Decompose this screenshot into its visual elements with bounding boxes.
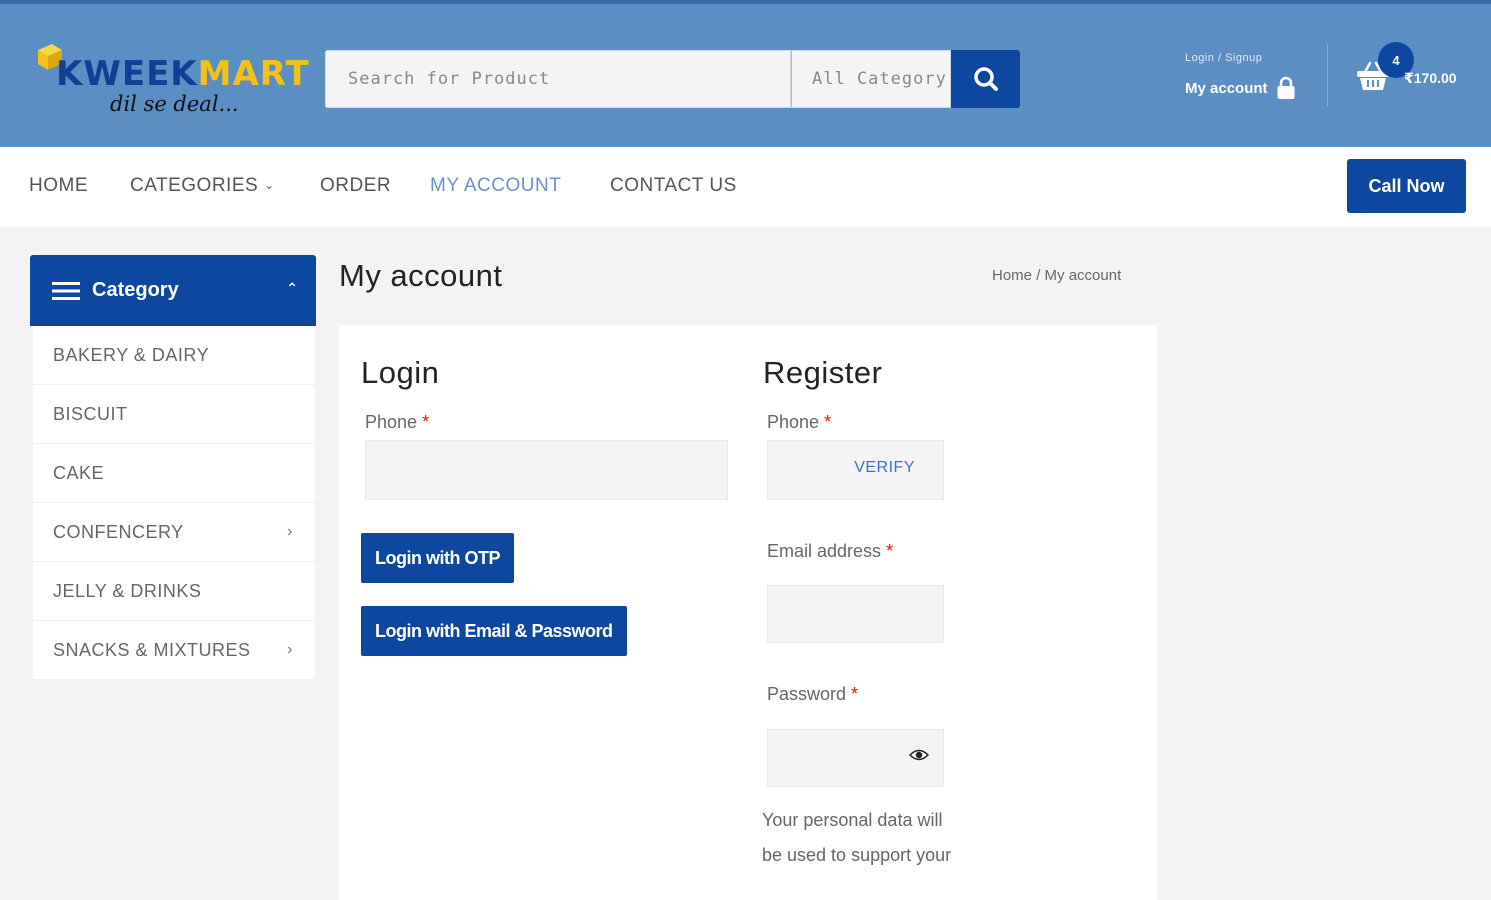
- category-item-label: BISCUIT: [53, 403, 128, 424]
- page-title: My account: [339, 258, 503, 293]
- chevron-down-icon: ⌄: [264, 178, 275, 192]
- category-item-label: CAKE: [53, 462, 105, 483]
- nav-home[interactable]: HOME: [29, 175, 88, 197]
- category-item-bakery-dairy[interactable]: BAKERY & DAIRY: [33, 326, 315, 385]
- category-item-label: BAKERY & DAIRY: [53, 344, 210, 365]
- account-panel: Login Phone * Login with OTP Login with …: [339, 325, 1157, 900]
- verify-button[interactable]: VERIFY: [854, 459, 915, 477]
- hamburger-icon: [52, 281, 80, 300]
- category-list: BAKERY & DAIRY BISCUIT CAKE CONFENCERY › …: [33, 326, 315, 680]
- category-item-jelly-drinks[interactable]: JELLY & DRINKS: [33, 562, 315, 621]
- register-phone-field[interactable]: VERIFY: [767, 440, 944, 500]
- register-password-field[interactable]: [767, 729, 944, 787]
- header-divider: [1327, 44, 1328, 106]
- nav-my-account[interactable]: MY ACCOUNT: [430, 175, 561, 197]
- privacy-notice: Your personal data will be used to suppo…: [762, 810, 952, 865]
- nav-contact-us[interactable]: CONTACT US: [610, 175, 737, 197]
- login-heading: Login: [361, 355, 440, 390]
- category-item-cake[interactable]: CAKE: [33, 444, 315, 503]
- cart-total: ₹170.00: [1404, 70, 1457, 86]
- category-item-confencery[interactable]: CONFENCERY ›: [33, 503, 315, 562]
- chevron-right-icon: ›: [287, 641, 293, 658]
- account-link[interactable]: Login / Signup My account: [1185, 52, 1296, 100]
- site-logo[interactable]: KWEEKMART dil se deal...: [36, 40, 309, 122]
- login-otp-button[interactable]: Login with OTP: [361, 533, 514, 583]
- login-signup-text: Login / Signup: [1185, 52, 1263, 64]
- category-item-label: CONFENCERY: [53, 521, 184, 542]
- required-mark: *: [886, 541, 894, 561]
- register-password-label-text: Password: [767, 684, 847, 704]
- login-email-password-button[interactable]: Login with Email & Password: [361, 606, 627, 656]
- register-heading: Register: [763, 355, 883, 390]
- logo-wordmark: KWEEKMART: [56, 54, 310, 94]
- category-select[interactable]: All Category: [791, 50, 951, 108]
- my-account-label-row: My account: [1185, 76, 1296, 100]
- category-item-snacks-mixtures[interactable]: SNACKS & MIXTURES ›: [33, 621, 315, 680]
- eye-icon[interactable]: [909, 748, 929, 762]
- login-phone-label-text: Phone: [365, 412, 418, 432]
- nav-categories[interactable]: CATEGORIES ⌄: [130, 175, 275, 197]
- register-email-input[interactable]: [767, 585, 944, 643]
- breadcrumb-current: My account: [1044, 267, 1122, 284]
- category-title: Category: [92, 279, 179, 301]
- site-header: KWEEKMART dil se deal... All Category Lo…: [0, 0, 1491, 147]
- logo-word-kweek: KWEEK: [56, 54, 198, 94]
- my-account-label: My account: [1185, 79, 1268, 97]
- search-bar: All Category: [325, 50, 1020, 108]
- required-mark: *: [824, 412, 832, 432]
- required-mark: *: [851, 684, 859, 704]
- breadcrumb-separator: /: [1036, 267, 1041, 284]
- main-nav: HOME CATEGORIES ⌄ ORDER MY ACCOUNT CONTAC…: [0, 147, 1491, 227]
- chevron-up-icon: ⌃: [286, 280, 298, 296]
- register-email-label: Email address *: [767, 541, 893, 562]
- logo-tagline: dil se deal...: [110, 92, 239, 116]
- category-item-label: JELLY & DRINKS: [53, 580, 202, 601]
- register-email-label-text: Email address: [767, 541, 882, 561]
- category-item-label: SNACKS & MIXTURES: [53, 639, 251, 660]
- search-input[interactable]: [325, 50, 791, 108]
- required-mark: *: [422, 412, 430, 432]
- login-phone-label: Phone *: [365, 412, 429, 433]
- logo-word-mart: MART: [197, 54, 310, 94]
- call-now-button[interactable]: Call Now: [1347, 159, 1466, 213]
- register-phone-label-text: Phone: [767, 412, 820, 432]
- category-menu-toggle[interactable]: Category ⌃: [30, 255, 316, 326]
- breadcrumb: Home / My account: [992, 267, 1121, 284]
- search-icon: [973, 67, 998, 91]
- register-phone-label: Phone *: [767, 412, 831, 433]
- login-phone-input[interactable]: [365, 440, 728, 500]
- nav-categories-label: CATEGORIES: [130, 175, 259, 196]
- category-item-biscuit[interactable]: BISCUIT: [33, 385, 315, 444]
- nav-order[interactable]: ORDER: [320, 175, 391, 197]
- lock-icon: [1277, 76, 1295, 99]
- cart-widget[interactable]: 4 ₹170.00: [1356, 42, 1476, 112]
- breadcrumb-home[interactable]: Home: [992, 267, 1032, 284]
- register-password-label: Password *: [767, 684, 858, 705]
- search-button[interactable]: [951, 50, 1020, 108]
- chevron-right-icon: ›: [287, 523, 293, 540]
